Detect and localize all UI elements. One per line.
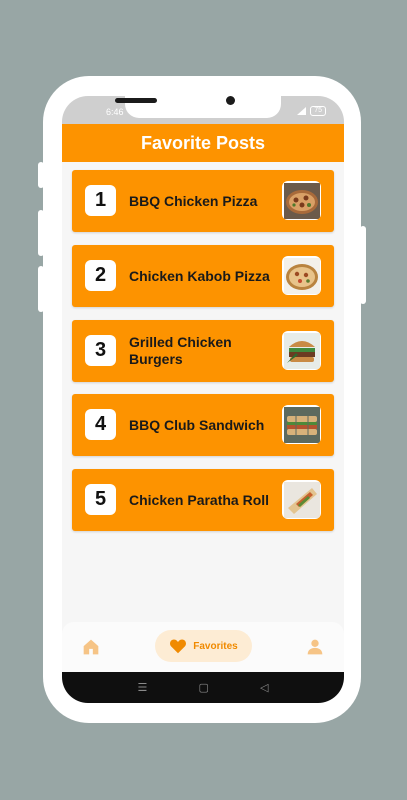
burger-thumbnail xyxy=(282,331,321,370)
home-icon xyxy=(83,639,99,655)
post-title: Grilled Chicken Burgers xyxy=(129,334,232,367)
signal-icon xyxy=(297,107,307,115)
speaker-grille xyxy=(115,98,157,103)
sandwich-thumbnail xyxy=(282,405,321,444)
post-number: 3 xyxy=(85,335,116,366)
post-number: 2 xyxy=(85,260,116,291)
system-navigation-bar: ☰ ▢ ◁ xyxy=(62,672,344,703)
post-number: 1 xyxy=(85,185,116,216)
phone-screen: 6:46 75 Favorite Posts 1 BBQ Chicken Piz… xyxy=(62,96,344,703)
back-button[interactable]: ◁ xyxy=(260,681,268,694)
favorite-post-card[interactable]: 3 Grilled Chicken Burgers xyxy=(72,320,334,382)
recents-button[interactable]: ☰ xyxy=(138,681,148,694)
person-icon xyxy=(307,639,323,655)
pizza-thumbnail xyxy=(282,256,321,295)
page-title: Favorite Posts xyxy=(140,132,266,153)
post-number: 5 xyxy=(85,484,116,515)
post-number: 4 xyxy=(85,409,116,440)
nav-favorites[interactable]: Favorites xyxy=(155,630,252,662)
status-bar: 6:46 75 xyxy=(62,96,344,124)
heart-icon xyxy=(170,639,187,654)
bottom-navigation: Favorites xyxy=(62,622,344,672)
pizza-thumbnail xyxy=(282,181,321,220)
status-icons: 75 xyxy=(297,106,326,116)
roll-thumbnail xyxy=(282,480,321,519)
nav-favorites-label: Favorites xyxy=(193,640,238,652)
post-title: BBQ Club Sandwich xyxy=(129,416,265,433)
system-home-button[interactable]: ▢ xyxy=(198,681,208,694)
post-title: Chicken Kabob Pizza xyxy=(129,267,270,284)
front-camera xyxy=(226,96,235,105)
battery-indicator: 75 xyxy=(310,106,326,116)
post-title: BBQ Chicken Pizza xyxy=(129,192,258,209)
status-time: 6:46 xyxy=(106,107,124,117)
favorite-post-card[interactable]: 4 BBQ Club Sandwich xyxy=(72,394,334,456)
app-bar: Favorite Posts xyxy=(62,124,344,162)
favorite-post-card[interactable]: 1 BBQ Chicken Pizza xyxy=(72,170,334,232)
favorite-post-card[interactable]: 2 Chicken Kabob Pizza xyxy=(72,245,334,307)
post-title: Chicken Paratha Roll xyxy=(129,491,270,508)
nav-profile[interactable] xyxy=(304,636,326,658)
nav-home[interactable] xyxy=(80,636,102,658)
favorite-post-card[interactable]: 5 Chicken Paratha Roll xyxy=(72,469,334,531)
